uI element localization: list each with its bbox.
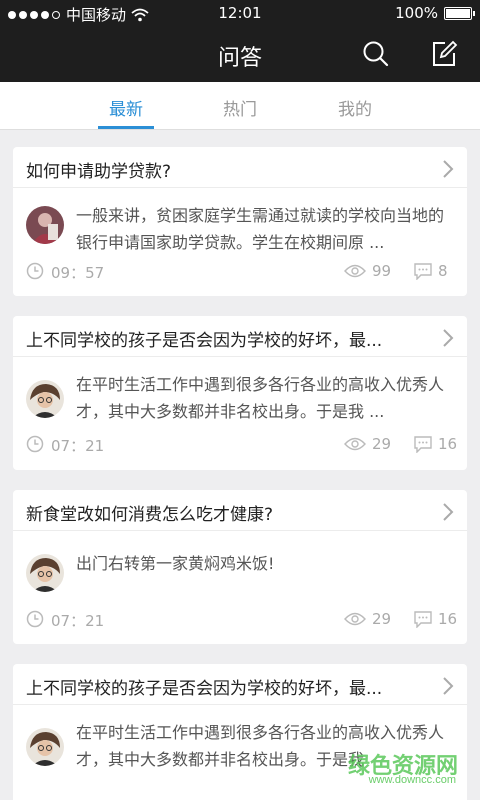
chevron-right-icon[interactable]	[441, 328, 455, 348]
avatar[interactable]	[26, 380, 64, 418]
view-count: 99	[372, 262, 392, 280]
question-card[interactable]: 新食堂改如何消费怎么吃才健康? 出门右转第一家黄焖鸡米饭! 07：21 29 1…	[13, 490, 467, 644]
chevron-right-icon[interactable]	[441, 676, 455, 696]
question-meta: 09：57 99 8	[26, 261, 456, 283]
eye-icon	[344, 612, 366, 626]
tab-hot[interactable]: 热门	[200, 95, 280, 120]
comment-count: 16	[438, 610, 458, 628]
comment-count: 16	[438, 435, 458, 453]
divider	[13, 530, 467, 531]
page-title: 问答	[217, 46, 262, 71]
tab-latest[interactable]: 最新	[86, 95, 166, 120]
battery-area: 100%	[395, 4, 475, 22]
question-meta: 07：21 29 16	[26, 609, 458, 631]
question-card[interactable]: 如何申请助学贷款? 一般来讲，贫困家庭学生需通过就读的学校向当地的银行申请国家助…	[13, 147, 467, 296]
question-card[interactable]: 上不同学校的孩子是否会因为学校的好坏，最... 在平时生活工作中遇到很多各行各业…	[13, 316, 467, 470]
clock-icon	[26, 435, 44, 453]
clock-icon	[26, 610, 44, 628]
question-title[interactable]: 上不同学校的孩子是否会因为学校的好坏，最...	[26, 674, 426, 699]
edit-icon	[433, 40, 458, 66]
watermark-url: www.downcc.com	[368, 774, 456, 786]
search-button[interactable]	[360, 38, 392, 70]
chevron-right-icon[interactable]	[441, 502, 455, 522]
avatar[interactable]	[26, 206, 64, 244]
divider	[13, 356, 467, 357]
search-icon	[363, 41, 389, 67]
question-meta: 07：21 29 16	[26, 434, 458, 456]
question-title[interactable]: 新食堂改如何消费怎么吃才健康?	[26, 500, 426, 525]
battery-percent: 100%	[395, 4, 438, 22]
battery-icon	[444, 6, 475, 20]
comment-icon	[414, 436, 432, 453]
active-tab-indicator	[98, 126, 154, 129]
eye-icon	[344, 437, 366, 451]
view-count: 29	[372, 435, 392, 453]
question-title[interactable]: 上不同学校的孩子是否会因为学校的好坏，最...	[26, 326, 426, 351]
answer-snippet[interactable]: 在平时生活工作中遇到很多各行各业的高收入优秀人才，其中大多数都并非名校出身。于是…	[76, 371, 456, 425]
edit-button[interactable]	[428, 38, 460, 70]
answer-snippet[interactable]: 出门右转第一家黄焖鸡米饭!	[76, 550, 456, 577]
question-title[interactable]: 如何申请助学贷款?	[26, 157, 426, 182]
post-time: 07：21	[51, 612, 105, 630]
nav-header: 问答	[0, 26, 480, 82]
view-count: 29	[372, 610, 392, 628]
tab-mine[interactable]: 我的	[315, 95, 395, 120]
status-bar: 中国移动 12:01 100%	[0, 0, 480, 26]
tab-bar: 最新 热门 我的	[0, 82, 480, 130]
post-time: 09：57	[51, 264, 105, 282]
post-time: 07：21	[51, 437, 105, 455]
comment-icon	[414, 611, 432, 628]
clock-icon	[26, 262, 44, 280]
chevron-right-icon[interactable]	[441, 159, 455, 179]
divider	[13, 704, 467, 705]
eye-icon	[344, 264, 366, 278]
comment-icon	[414, 263, 432, 280]
avatar[interactable]	[26, 554, 64, 592]
avatar[interactable]	[26, 728, 64, 766]
divider	[13, 187, 467, 188]
answer-snippet[interactable]: 一般来讲，贫困家庭学生需通过就读的学校向当地的银行申请国家助学贷款。学生在校期间…	[76, 202, 456, 256]
comment-count: 8	[438, 262, 448, 280]
